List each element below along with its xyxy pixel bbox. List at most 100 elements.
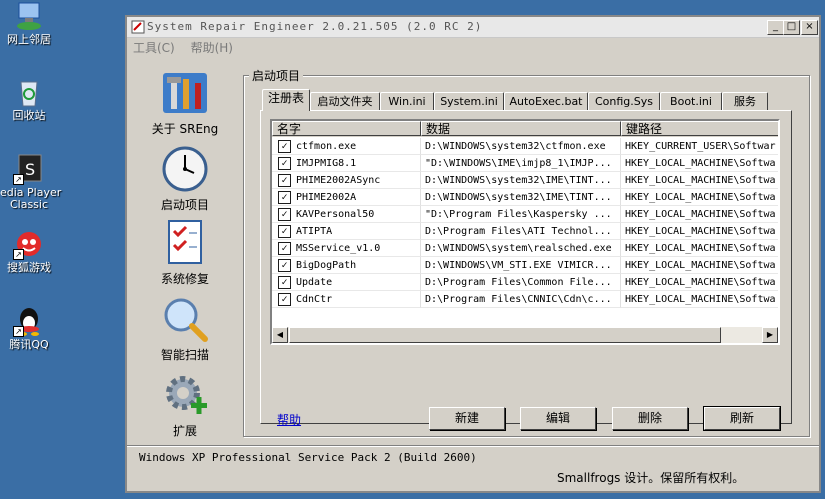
menu-help[interactable]: 帮助(H): [191, 41, 233, 55]
desktop-icon-label: 腾讯QQ: [9, 338, 49, 351]
tab-win-ini[interactable]: Win.ini: [380, 92, 434, 110]
desktop-icon-sohu-game[interactable]: ↗ 搜狐游戏: [0, 228, 58, 274]
cell-path: HKEY_LOCAL_MACHINE\Softwa: [621, 223, 778, 240]
copyright-text: Smallfrogs 设计。保留所有权利。: [557, 471, 745, 485]
tab-services[interactable]: 服务: [722, 92, 768, 110]
help-link[interactable]: 帮助: [277, 411, 301, 428]
tools-icon: [161, 69, 209, 117]
nav-scan-label: 智能扫描: [160, 348, 209, 362]
row-checkbox[interactable]: ✓: [278, 174, 291, 187]
tab-registry[interactable]: 注册表: [262, 89, 310, 111]
desktop-icon-recycle-bin[interactable]: 回收站: [0, 76, 58, 122]
table-row[interactable]: ✓ IMJPMIG8.1 "D:\WINDOWS\IME\imjp8_1\IMJP.…: [272, 155, 778, 172]
cell-path: HKEY_LOCAL_MACHINE\Softwa: [621, 189, 778, 206]
title-bar[interactable]: System Repair Engineer 2.0.21.505 (2.0 R…: [127, 17, 819, 38]
row-checkbox[interactable]: ✓: [278, 157, 291, 170]
scroll-right-button[interactable]: ▶: [762, 327, 778, 343]
shortcut-arrow-icon: ↗: [13, 249, 24, 260]
scroll-left-button[interactable]: ◀: [272, 327, 288, 343]
cell-name-text: MSService_v1.0: [296, 243, 381, 254]
table-row[interactable]: ✓ CdnCtr D:\Program Files\CNNIC\Cdn\c... HK…: [272, 291, 778, 308]
desktop-icon-label: 网上邻居: [7, 33, 51, 46]
delete-button[interactable]: 删除: [612, 407, 688, 430]
groupbox-title: 启动项目: [249, 67, 304, 84]
gear-plus-icon: [161, 371, 209, 419]
cell-name-text: PHIME2002A: [296, 192, 357, 203]
horizontal-scrollbar[interactable]: ◀ ▶: [272, 327, 778, 343]
cell-path: HKEY_LOCAL_MACHINE\Softwa: [621, 274, 778, 291]
desktop-icon-label: 回收站: [12, 109, 46, 122]
tab-system-ini[interactable]: System.ini: [434, 92, 504, 110]
checklist-icon: [161, 219, 209, 267]
cell-name: ✓ PHIME2002A: [272, 189, 421, 206]
cell-data: D:\WINDOWS\system32\IME\TINT...: [421, 172, 621, 189]
column-header-data[interactable]: 数据: [421, 121, 621, 136]
cell-path: HKEY_LOCAL_MACHINE\Softwa: [621, 172, 778, 189]
row-checkbox[interactable]: ✓: [278, 242, 291, 255]
cell-data: D:\Program Files\ATI Technol...: [421, 223, 621, 240]
nav-startup-label: 启动项目: [160, 198, 209, 212]
menu-tools[interactable]: 工具(C): [133, 41, 175, 55]
nav-startup[interactable]: 启动项目: [135, 145, 235, 213]
row-checkbox[interactable]: ✓: [278, 276, 291, 289]
cell-path: HKEY_LOCAL_MACHINE\Softwa: [621, 257, 778, 274]
table-row[interactable]: ✓ PHIME2002ASync D:\WINDOWS\system32\IME\T…: [272, 172, 778, 189]
column-header-path[interactable]: 键路径: [621, 121, 778, 136]
svg-text:S: S: [25, 160, 35, 179]
status-separator: [127, 445, 819, 447]
desktop-icon-label: 搜狐游戏: [7, 261, 51, 274]
tab-config-sys[interactable]: Config.Sys: [588, 92, 660, 110]
minimize-button[interactable]: _: [767, 20, 784, 35]
table-row[interactable]: ✓ Update D:\Program Files\Common File... HK…: [272, 274, 778, 291]
cell-path: HKEY_LOCAL_MACHINE\Softwa: [621, 206, 778, 223]
table-row[interactable]: ✓ PHIME2002A D:\WINDOWS\system32\IME\TINT.…: [272, 189, 778, 206]
shortcut-arrow-icon: ↗: [13, 326, 24, 337]
cell-name: ✓ MSService_v1.0: [272, 240, 421, 257]
cell-data: D:\Program Files\Common File...: [421, 274, 621, 291]
desktop-icon-media-player[interactable]: S ↗ edia Player Classic: [0, 153, 61, 211]
recycle-bin-icon: [13, 76, 45, 108]
cell-name: ✓ ctfmon.exe: [272, 138, 421, 155]
row-checkbox[interactable]: ✓: [278, 225, 291, 238]
media-player-icon: S ↗: [13, 153, 45, 185]
close-button[interactable]: ×: [801, 20, 818, 35]
cell-name: ✓ BigDogPath: [272, 257, 421, 274]
desktop-icon-qq[interactable]: ↗ 腾讯QQ: [0, 305, 58, 351]
clock-icon: [161, 145, 209, 193]
qq-icon: ↗: [13, 305, 45, 337]
cell-name-text: ctfmon.exe: [296, 141, 357, 152]
maximize-button[interactable]: □: [783, 20, 800, 35]
table-row[interactable]: ✓ KAVPersonal50 "D:\Program Files\Kaspersk…: [272, 206, 778, 223]
column-header-name[interactable]: 名字: [272, 121, 421, 136]
cell-data: "D:\WINDOWS\IME\imjp8_1\IMJP...: [421, 155, 621, 172]
startup-list[interactable]: 名字 数据 键路径 ✓ ctfmon.exe D:\WINDOWS\system32…: [270, 119, 780, 345]
cell-path: HKEY_LOCAL_MACHINE\Softwa: [621, 291, 778, 308]
os-version-text: Windows XP Professional Service Pack 2 (…: [139, 451, 477, 464]
scroll-thumb[interactable]: [289, 327, 721, 343]
cell-name-text: Update: [296, 277, 333, 288]
table-row[interactable]: ✓ BigDogPath D:\WINDOWS\VM_STI.EXE VIMICR.…: [272, 257, 778, 274]
nav-extend[interactable]: 扩展: [135, 371, 235, 439]
nav-repair[interactable]: 系统修复: [135, 219, 235, 287]
nav-extend-label: 扩展: [172, 424, 197, 438]
desktop-icon-network[interactable]: 网上邻居: [0, 0, 58, 46]
cell-data: "D:\Program Files\Kaspersky ...: [421, 206, 621, 223]
desktop-icon-label-line2: Classic: [9, 198, 49, 211]
cell-name-text: CdnCtr: [296, 294, 333, 305]
tab-startup-folder[interactable]: 启动文件夹: [310, 92, 380, 110]
tab-boot-ini[interactable]: Boot.ini: [660, 92, 722, 110]
new-button[interactable]: 新建: [429, 407, 505, 430]
refresh-button[interactable]: 刷新: [703, 406, 781, 431]
nav-scan[interactable]: 智能扫描: [135, 295, 235, 363]
row-checkbox[interactable]: ✓: [278, 208, 291, 221]
row-checkbox[interactable]: ✓: [278, 140, 291, 153]
table-row[interactable]: ✓ ctfmon.exe D:\WINDOWS\system32\ctfmon.ex…: [272, 138, 778, 155]
tab-autoexec-bat[interactable]: AutoExec.bat: [504, 92, 588, 110]
row-checkbox[interactable]: ✓: [278, 259, 291, 272]
edit-button[interactable]: 编辑: [520, 407, 596, 430]
table-row[interactable]: ✓ MSService_v1.0 D:\WINDOWS\system\realsch…: [272, 240, 778, 257]
row-checkbox[interactable]: ✓: [278, 293, 291, 306]
row-checkbox[interactable]: ✓: [278, 191, 291, 204]
table-row[interactable]: ✓ ATIPTA D:\Program Files\ATI Technol... HK…: [272, 223, 778, 240]
nav-about[interactable]: 关于 SREng: [135, 69, 235, 137]
